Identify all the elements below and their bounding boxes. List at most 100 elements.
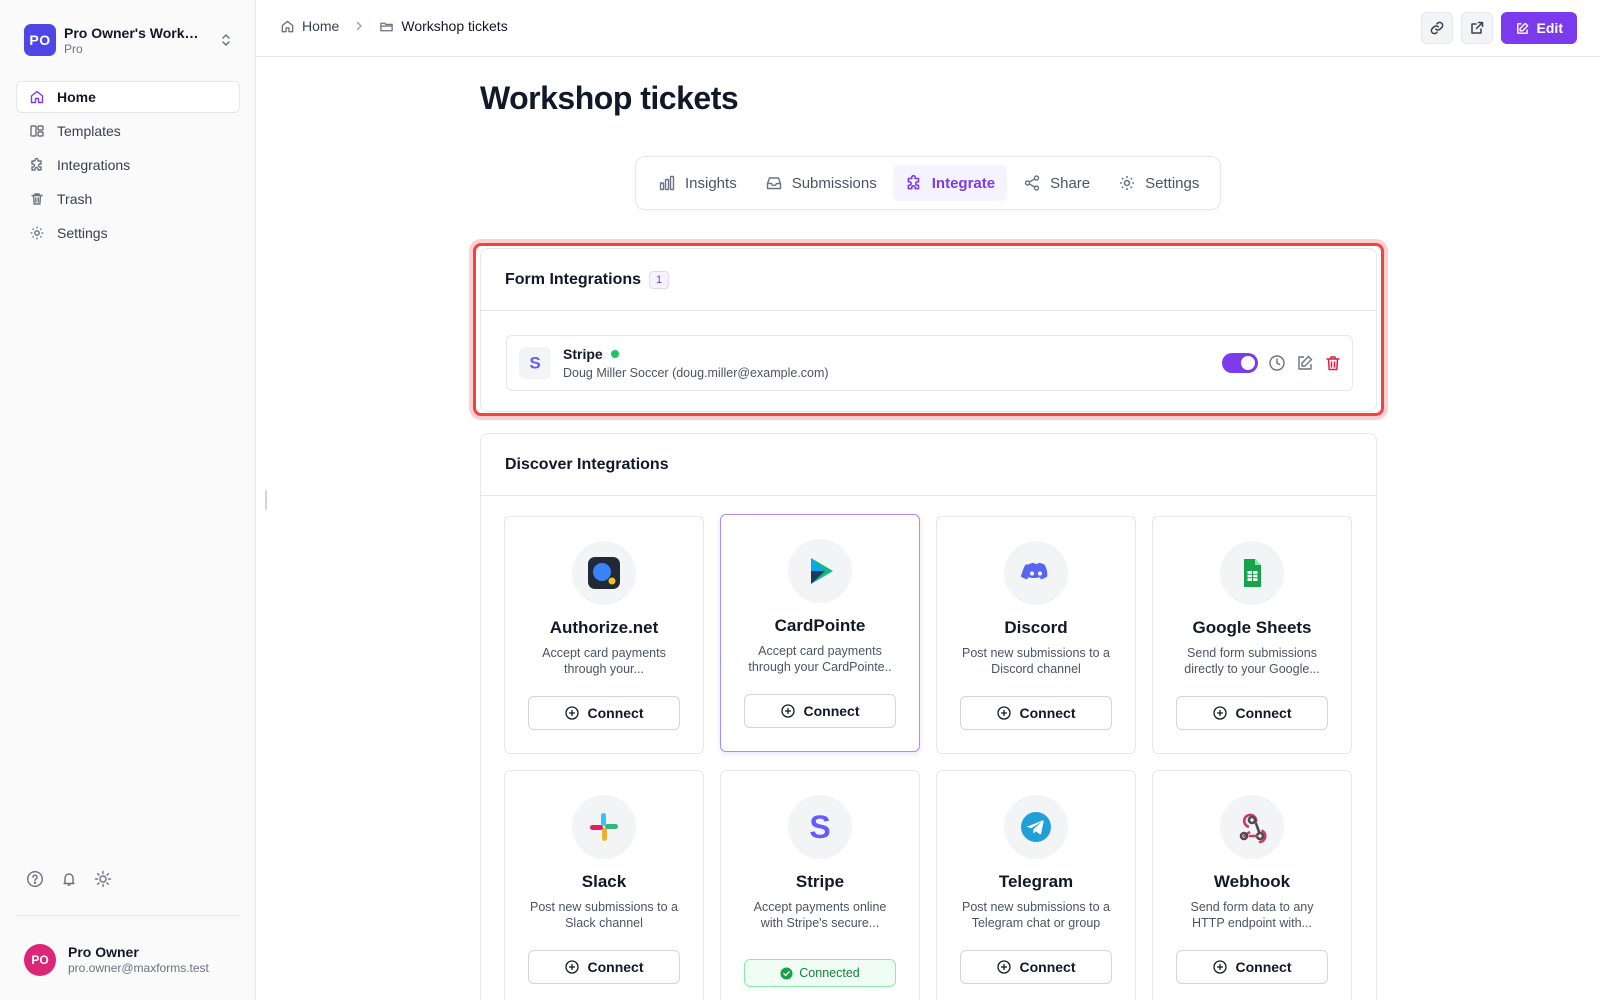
integration-tile-cardpointe[interactable]: CardPointe Accept card payments through … [720, 514, 920, 752]
link-icon [1430, 21, 1443, 35]
connect-button-label: Connect [1019, 705, 1076, 721]
edit-button[interactable]: Edit [1500, 12, 1577, 44]
sidebar-resize-handle[interactable] [265, 490, 267, 510]
connect-button[interactable]: Connect [1176, 696, 1328, 730]
tile-description: Accept card payments through your CardPo… [748, 644, 892, 674]
tab-submissions[interactable]: Submissions [753, 165, 889, 201]
tile-description: Post new submissions to a Slack channel [530, 900, 678, 930]
stripe-icon: S [809, 810, 830, 844]
discord-icon [1020, 562, 1048, 580]
user-profile[interactable]: PO Pro Owner pro.owner@maxforms.test [24, 944, 209, 976]
top-actions: Edit [1420, 12, 1577, 44]
tab-label: Settings [1145, 174, 1200, 192]
tile-name: Slack [581, 872, 627, 891]
connected-label: Connected [799, 966, 860, 980]
connect-button[interactable]: Connect [1176, 950, 1328, 984]
slack-icon [590, 813, 618, 841]
open-external-button[interactable] [1460, 12, 1493, 44]
breadcrumb-current[interactable]: Workshop tickets [379, 18, 508, 34]
connect-button[interactable]: Connect [528, 950, 680, 984]
sidebar-item-integrations[interactable]: Integrations [16, 149, 240, 181]
sidebar-item-home[interactable]: Home [16, 81, 240, 113]
sidebar-item-label: Trash [57, 191, 93, 207]
connect-button-label: Connect [1235, 705, 1292, 721]
breadcrumb-home-label: Home [302, 18, 340, 34]
edit-icon [1516, 22, 1528, 34]
webhook-icon [1239, 813, 1267, 844]
tile-description: Send form data to any HTTP endpoint with… [1190, 900, 1314, 930]
integration-tile-authorize-net[interactable]: Authorize.net Accept card payments throu… [504, 516, 704, 754]
sidebar-divider [16, 915, 240, 916]
bell-icon[interactable] [60, 870, 78, 888]
tab-label: Share [1050, 174, 1091, 192]
sidebar-tools [26, 870, 112, 888]
integration-tile-stripe[interactable]: S Stripe Accept payments online with Str… [720, 770, 920, 1000]
integration-tile-telegram[interactable]: Telegram Post new submissions to a Teleg… [936, 770, 1136, 1000]
integration-tile-slack[interactable]: Slack Post new submissions to a Slack ch… [504, 770, 704, 1000]
tile-name: Webhook [1213, 872, 1291, 891]
telegram-icon [1021, 812, 1051, 842]
tab-insights[interactable]: Insights [646, 165, 749, 201]
integration-tile-discord[interactable]: Discord Post new submissions to a Discor… [936, 516, 1136, 754]
inbox-icon [766, 177, 781, 190]
plus-circle-icon [564, 960, 579, 974]
connect-button[interactable]: Connect [960, 950, 1112, 984]
google-sheets-icon [1244, 559, 1261, 587]
edit-button-label: Edit [1536, 20, 1563, 36]
tab-label: Insights [685, 174, 737, 192]
workspace-switcher[interactable]: PO Pro Owner's Workspace Pro [24, 24, 234, 56]
help-icon[interactable] [26, 870, 44, 888]
integration-tile-google-sheets[interactable]: Google Sheets Send form submissions dire… [1152, 516, 1352, 754]
connect-button[interactable]: Connect [960, 696, 1112, 730]
tile-description: Accept payments online with Stripe's sec… [753, 900, 887, 930]
discover-integrations-title: Discover Integrations [505, 455, 669, 473]
tile-name: Discord [1004, 618, 1068, 637]
trash-icon [31, 193, 43, 205]
sidebar-item-settings[interactable]: Settings [16, 217, 240, 249]
puzzle-icon [31, 157, 42, 171]
copy-link-button[interactable] [1420, 12, 1453, 44]
tab-integrate[interactable]: Integrate [892, 165, 1008, 201]
svg-text:S: S [809, 810, 830, 844]
bar-chart-icon [659, 175, 675, 191]
connected-badge: Connected [744, 959, 896, 987]
form-tabs: Insights Submissions Integrate Share Set… [635, 156, 1221, 210]
highlight-outline [473, 243, 1384, 416]
cardpointe-icon [811, 558, 833, 584]
connect-button-label: Connect [587, 705, 644, 721]
sun-icon[interactable] [94, 870, 112, 888]
connect-button[interactable]: Connect [528, 696, 680, 730]
plus-circle-icon [1212, 706, 1227, 720]
chevron-up-down-icon [222, 34, 230, 46]
avatar: PO [24, 944, 56, 976]
tab-label: Integrate [931, 174, 996, 192]
discover-integrations-card: Discover Integrations Authorize.net Acce… [480, 433, 1377, 1000]
plus-circle-icon [1212, 960, 1227, 974]
plus-circle-icon [996, 706, 1011, 720]
breadcrumb-home[interactable]: Home [280, 18, 339, 34]
tile-description: Accept card payments through your... [542, 646, 666, 676]
puzzle-icon [907, 174, 920, 190]
folder-icon [380, 22, 394, 31]
tile-description: Post new submissions to a Telegram chat … [962, 900, 1110, 930]
tile-name: Stripe [795, 872, 845, 891]
authorize-net-icon [588, 557, 620, 589]
tab-share[interactable]: Share [1011, 165, 1102, 201]
sidebar-item-label: Settings [57, 225, 108, 241]
tile-description: Send form submissions directly to your G… [1184, 646, 1320, 676]
tile-name: Authorize.net [549, 618, 659, 637]
tile-name: CardPointe [774, 616, 866, 635]
connect-button-label: Connect [803, 703, 860, 719]
connect-button[interactable]: Connect [744, 694, 896, 728]
tab-settings[interactable]: Settings [1106, 165, 1211, 201]
user-email: pro.owner@maxforms.test [68, 961, 209, 975]
sidebar: PO Pro Owner's Workspace Pro Home Templa… [0, 0, 256, 1000]
plus-circle-icon [564, 706, 579, 720]
sidebar-item-templates[interactable]: Templates [16, 115, 240, 147]
sidebar-item-trash[interactable]: Trash [16, 183, 240, 215]
topbar: Home Workshop tickets Edit [256, 0, 1600, 57]
sidebar-item-label: Integrations [57, 157, 131, 173]
integration-tile-webhook[interactable]: Webhook Send form data to any HTTP endpo… [1152, 770, 1352, 1000]
page-title: Workshop tickets [480, 80, 739, 116]
connect-button-label: Connect [1019, 959, 1076, 975]
